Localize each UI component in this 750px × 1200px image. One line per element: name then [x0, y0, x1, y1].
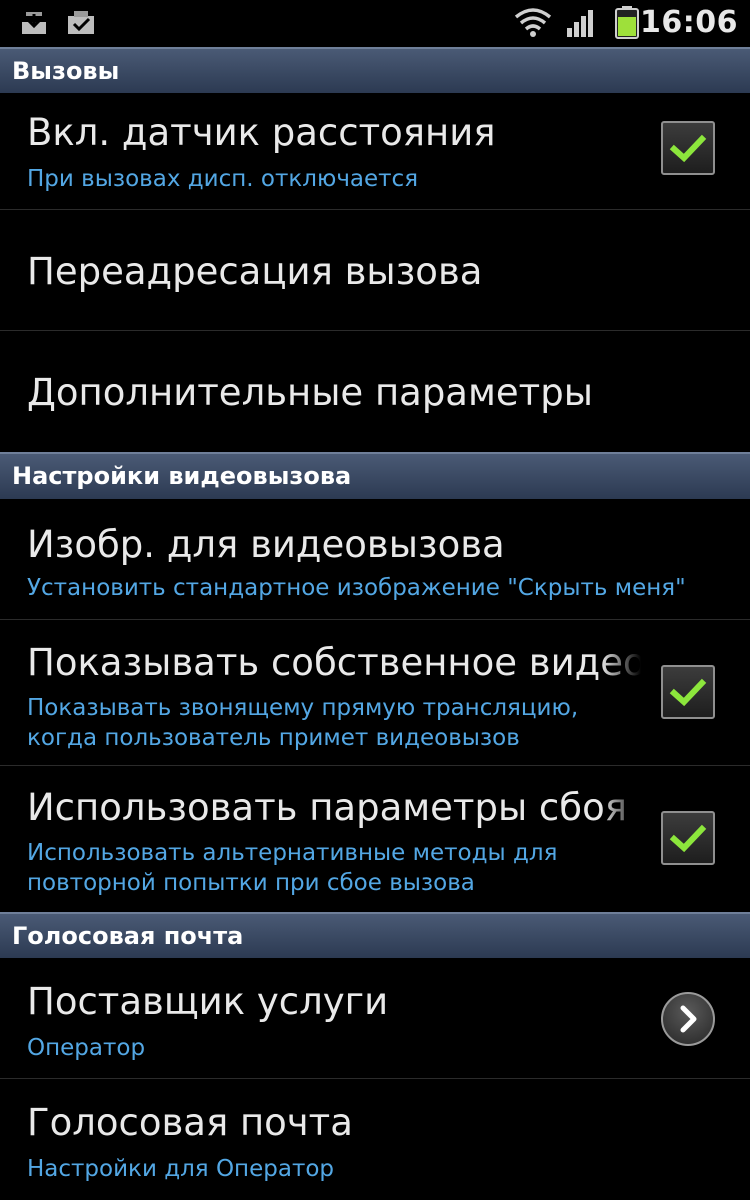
battery-icon — [614, 5, 640, 43]
item-title: Дополнительные параметры — [27, 371, 593, 414]
download-icon — [20, 8, 48, 40]
list-item-proximity-sensor[interactable]: Вкл. датчик расстояния При вызовах дисп.… — [0, 93, 750, 210]
list-item-voicemail[interactable]: Голосовая почта Настройки для Оператор — [0, 1079, 750, 1200]
item-summary: Установить стандартное изображение "Скры… — [27, 575, 686, 601]
section-header-calls: Вызовы — [0, 47, 750, 93]
item-summary-line-2: повторной попытки при сбое вызова — [27, 870, 475, 896]
check-icon — [669, 678, 707, 707]
item-title: Переадресация вызова — [27, 250, 483, 293]
title-fade — [601, 641, 641, 691]
item-title: Показывать собственное видео — [27, 641, 641, 684]
check-icon — [669, 134, 707, 163]
status-bar: 16:06 — [0, 0, 750, 47]
item-title: Вкл. датчик расстояния — [27, 111, 496, 154]
section-title: Вызовы — [12, 57, 120, 85]
section-title: Голосовая почта — [12, 922, 244, 950]
clock: 16:06 — [640, 5, 738, 40]
list-item-service-provider[interactable]: Поставщик услуги Оператор — [0, 958, 750, 1079]
signal-icon — [566, 8, 594, 42]
item-title: Голосовая почта — [27, 1101, 353, 1144]
checkbox-call-failure-options[interactable] — [661, 811, 715, 865]
list-item-video-call-image[interactable]: Изобр. для видеовызова Установить станда… — [0, 499, 750, 620]
section-header-voicemail: Голосовая почта — [0, 912, 750, 958]
section-header-video-call-settings: Настройки видеовызова — [0, 452, 750, 499]
section-title: Настройки видеовызова — [12, 462, 352, 490]
item-summary-line-2: когда пользователь примет видеовызов — [27, 725, 520, 751]
chevron-right-icon — [680, 1005, 697, 1033]
list-item-call-failure-options[interactable]: Использовать параметры сбоя при вызове И… — [0, 766, 750, 912]
checkbox-show-own-video[interactable] — [661, 665, 715, 719]
list-item-show-own-video[interactable]: Показывать собственное видео Показывать … — [0, 620, 750, 766]
chevron-right-button[interactable] — [661, 992, 715, 1046]
list-item-additional-settings[interactable]: Дополнительные параметры — [0, 331, 750, 452]
item-title: Использовать параметры сбоя при вызове — [27, 786, 641, 829]
check-icon — [669, 824, 707, 853]
item-summary: Настройки для Оператор — [27, 1156, 335, 1182]
checkbox-proximity-sensor[interactable] — [661, 121, 715, 175]
wifi-icon — [514, 6, 552, 42]
item-title: Изобр. для видеовызова — [27, 523, 505, 566]
item-summary: Оператор — [27, 1035, 146, 1061]
list-item-call-forwarding[interactable]: Переадресация вызова — [0, 210, 750, 331]
item-summary: При вызовах дисп. отключается — [27, 166, 419, 192]
title-fade — [601, 786, 641, 836]
item-summary-line-1: Показывать звонящему прямую трансляцию, — [27, 695, 579, 721]
item-title: Поставщик услуги — [27, 980, 389, 1023]
item-summary-line-1: Использовать альтернативные методы для — [27, 840, 558, 866]
task-check-icon — [66, 8, 96, 40]
